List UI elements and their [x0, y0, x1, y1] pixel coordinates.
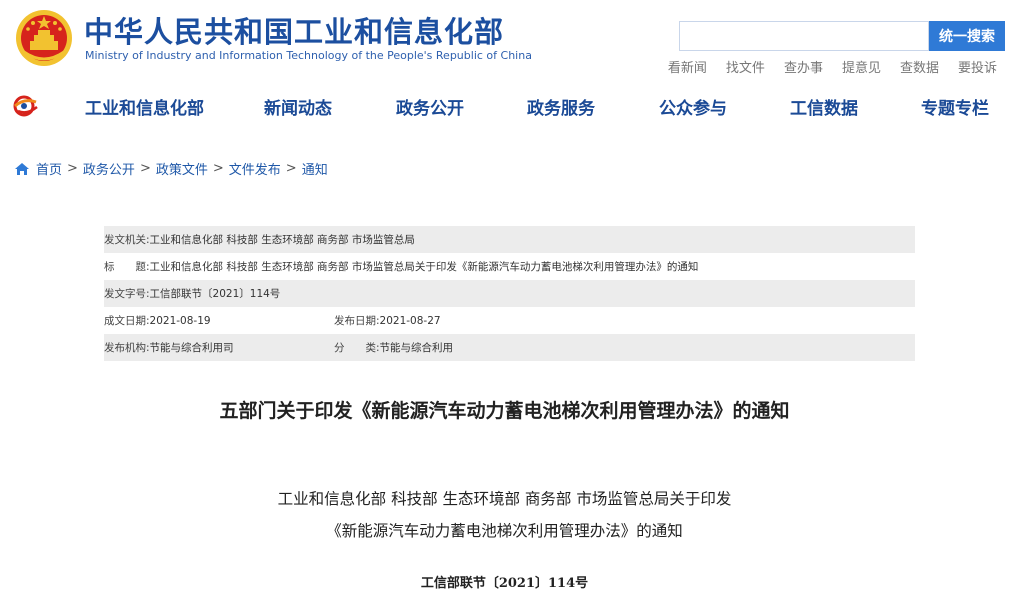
written-date-value: 2021-08-19 — [149, 314, 211, 327]
org-cell: 发布机构: 节能与综合利用司 — [104, 340, 334, 355]
body-title-line1: 工业和信息化部 科技部 生态环境部 商务部 市场监管总局关于印发 — [277, 490, 732, 508]
quick-links: 看新闻 找文件 查办事 提意见 查数据 要投诉 — [668, 57, 997, 76]
written-date-cell: 成文日期: 2021-08-19 — [104, 313, 334, 328]
category-cell: 分 类: 节能与综合利用 — [334, 340, 453, 355]
nav-item-participation[interactable]: 公众参与 — [659, 94, 727, 119]
issuer-label: 发文机关: — [104, 234, 150, 246]
breadcrumb-doc-release[interactable]: 文件发布 — [229, 159, 281, 178]
info-row-doc-number: 发文字号: 工信部联节〔2021〕114号 — [104, 280, 915, 307]
org-value: 节能与综合利用司 — [149, 342, 234, 354]
published-date-value: 2021-08-27 — [379, 314, 441, 327]
category-value: 节能与综合利用 — [379, 342, 454, 354]
info-row-title: 标 题: 工业和信息化部 科技部 生态环境部 商务部 市场监管总局关于印发《新能… — [104, 253, 915, 280]
issuer-value: 工业和信息化部 科技部 生态环境部 商务部 市场监管总局 — [149, 234, 415, 246]
nav-item-ministry[interactable]: 工业和信息化部 — [85, 94, 204, 119]
category-label: 分 类: — [334, 342, 380, 354]
home-icon — [15, 162, 29, 175]
document-number: 工信部联节〔2021〕114号 — [420, 576, 589, 591]
breadcrumb-separator: > — [285, 161, 297, 176]
org-label: 发布机构: — [104, 342, 150, 354]
quick-link-news[interactable]: 看新闻 — [668, 57, 707, 76]
info-row-dates: 成文日期: 2021-08-19 发布日期: 2021-08-27 — [104, 307, 915, 334]
search-input[interactable] — [679, 21, 929, 51]
quick-link-data[interactable]: 查数据 — [900, 57, 939, 76]
nav-item-news[interactable]: 新闻动态 — [264, 94, 332, 119]
quick-link-files[interactable]: 找文件 — [726, 57, 765, 76]
breadcrumb-notice[interactable]: 通知 — [302, 159, 328, 178]
breadcrumb-separator: > — [139, 161, 151, 176]
site-header: 中华人民共和国工业和信息化部 Ministry of Industry and … — [0, 0, 1009, 80]
published-date-label: 发布日期: — [334, 315, 380, 327]
info-row-org: 发布机构: 节能与综合利用司 分 类: 节能与综合利用 — [104, 334, 915, 361]
title-label: 标 题: — [104, 261, 150, 273]
document-info-table: 发文机关: 工业和信息化部 科技部 生态环境部 商务部 市场监管总局 标 题: … — [104, 226, 915, 361]
quick-link-feedback[interactable]: 提意见 — [842, 57, 881, 76]
info-row-issuer: 发文机关: 工业和信息化部 科技部 生态环境部 商务部 市场监管总局 — [104, 226, 915, 253]
title-value: 工业和信息化部 科技部 生态环境部 商务部 市场监管总局关于印发《新能源汽车动力… — [149, 261, 699, 273]
nav-item-data[interactable]: 工信数据 — [790, 94, 858, 119]
written-date-label: 成文日期: — [104, 315, 150, 327]
breadcrumb-policy-docs[interactable]: 政策文件 — [156, 159, 208, 178]
search-button[interactable]: 统一搜索 — [929, 21, 1005, 51]
ministry-logo-icon[interactable] — [12, 94, 40, 118]
breadcrumb-separator: > — [212, 161, 224, 176]
breadcrumb: 首页 > 政务公开 > 政策文件 > 文件发布 > 通知 — [14, 159, 328, 178]
doc-number-value: 工信部联节〔2021〕114号 — [149, 288, 281, 300]
published-date-cell: 发布日期: 2021-08-27 — [334, 313, 441, 328]
site-subtitle: Ministry of Industry and Information Tec… — [85, 49, 532, 62]
breadcrumb-home[interactable]: 首页 — [36, 159, 62, 178]
site-title: 中华人民共和国工业和信息化部 — [84, 15, 505, 49]
nav-item-services[interactable]: 政务服务 — [527, 94, 595, 119]
nav-item-public-affairs[interactable]: 政务公开 — [396, 94, 464, 119]
quick-link-complaint[interactable]: 要投诉 — [958, 57, 997, 76]
nav-item-topics[interactable]: 专题专栏 — [921, 94, 989, 119]
main-nav: 工业和信息化部 新闻动态 政务公开 政务服务 公众参与 工信数据 专题专栏 — [0, 86, 1009, 126]
breadcrumb-separator: > — [67, 161, 78, 176]
body-title-line2: 《新能源汽车动力蓄电池梯次利用管理办法》的通知 — [326, 522, 683, 540]
doc-number-label: 发文字号: — [104, 288, 150, 300]
article-heading: 五部门关于印发《新能源汽车动力蓄电池梯次利用管理办法》的通知 — [219, 400, 790, 422]
national-emblem-icon — [16, 10, 72, 66]
quick-link-services[interactable]: 查办事 — [784, 57, 823, 76]
breadcrumb-public-affairs[interactable]: 政务公开 — [83, 159, 135, 178]
